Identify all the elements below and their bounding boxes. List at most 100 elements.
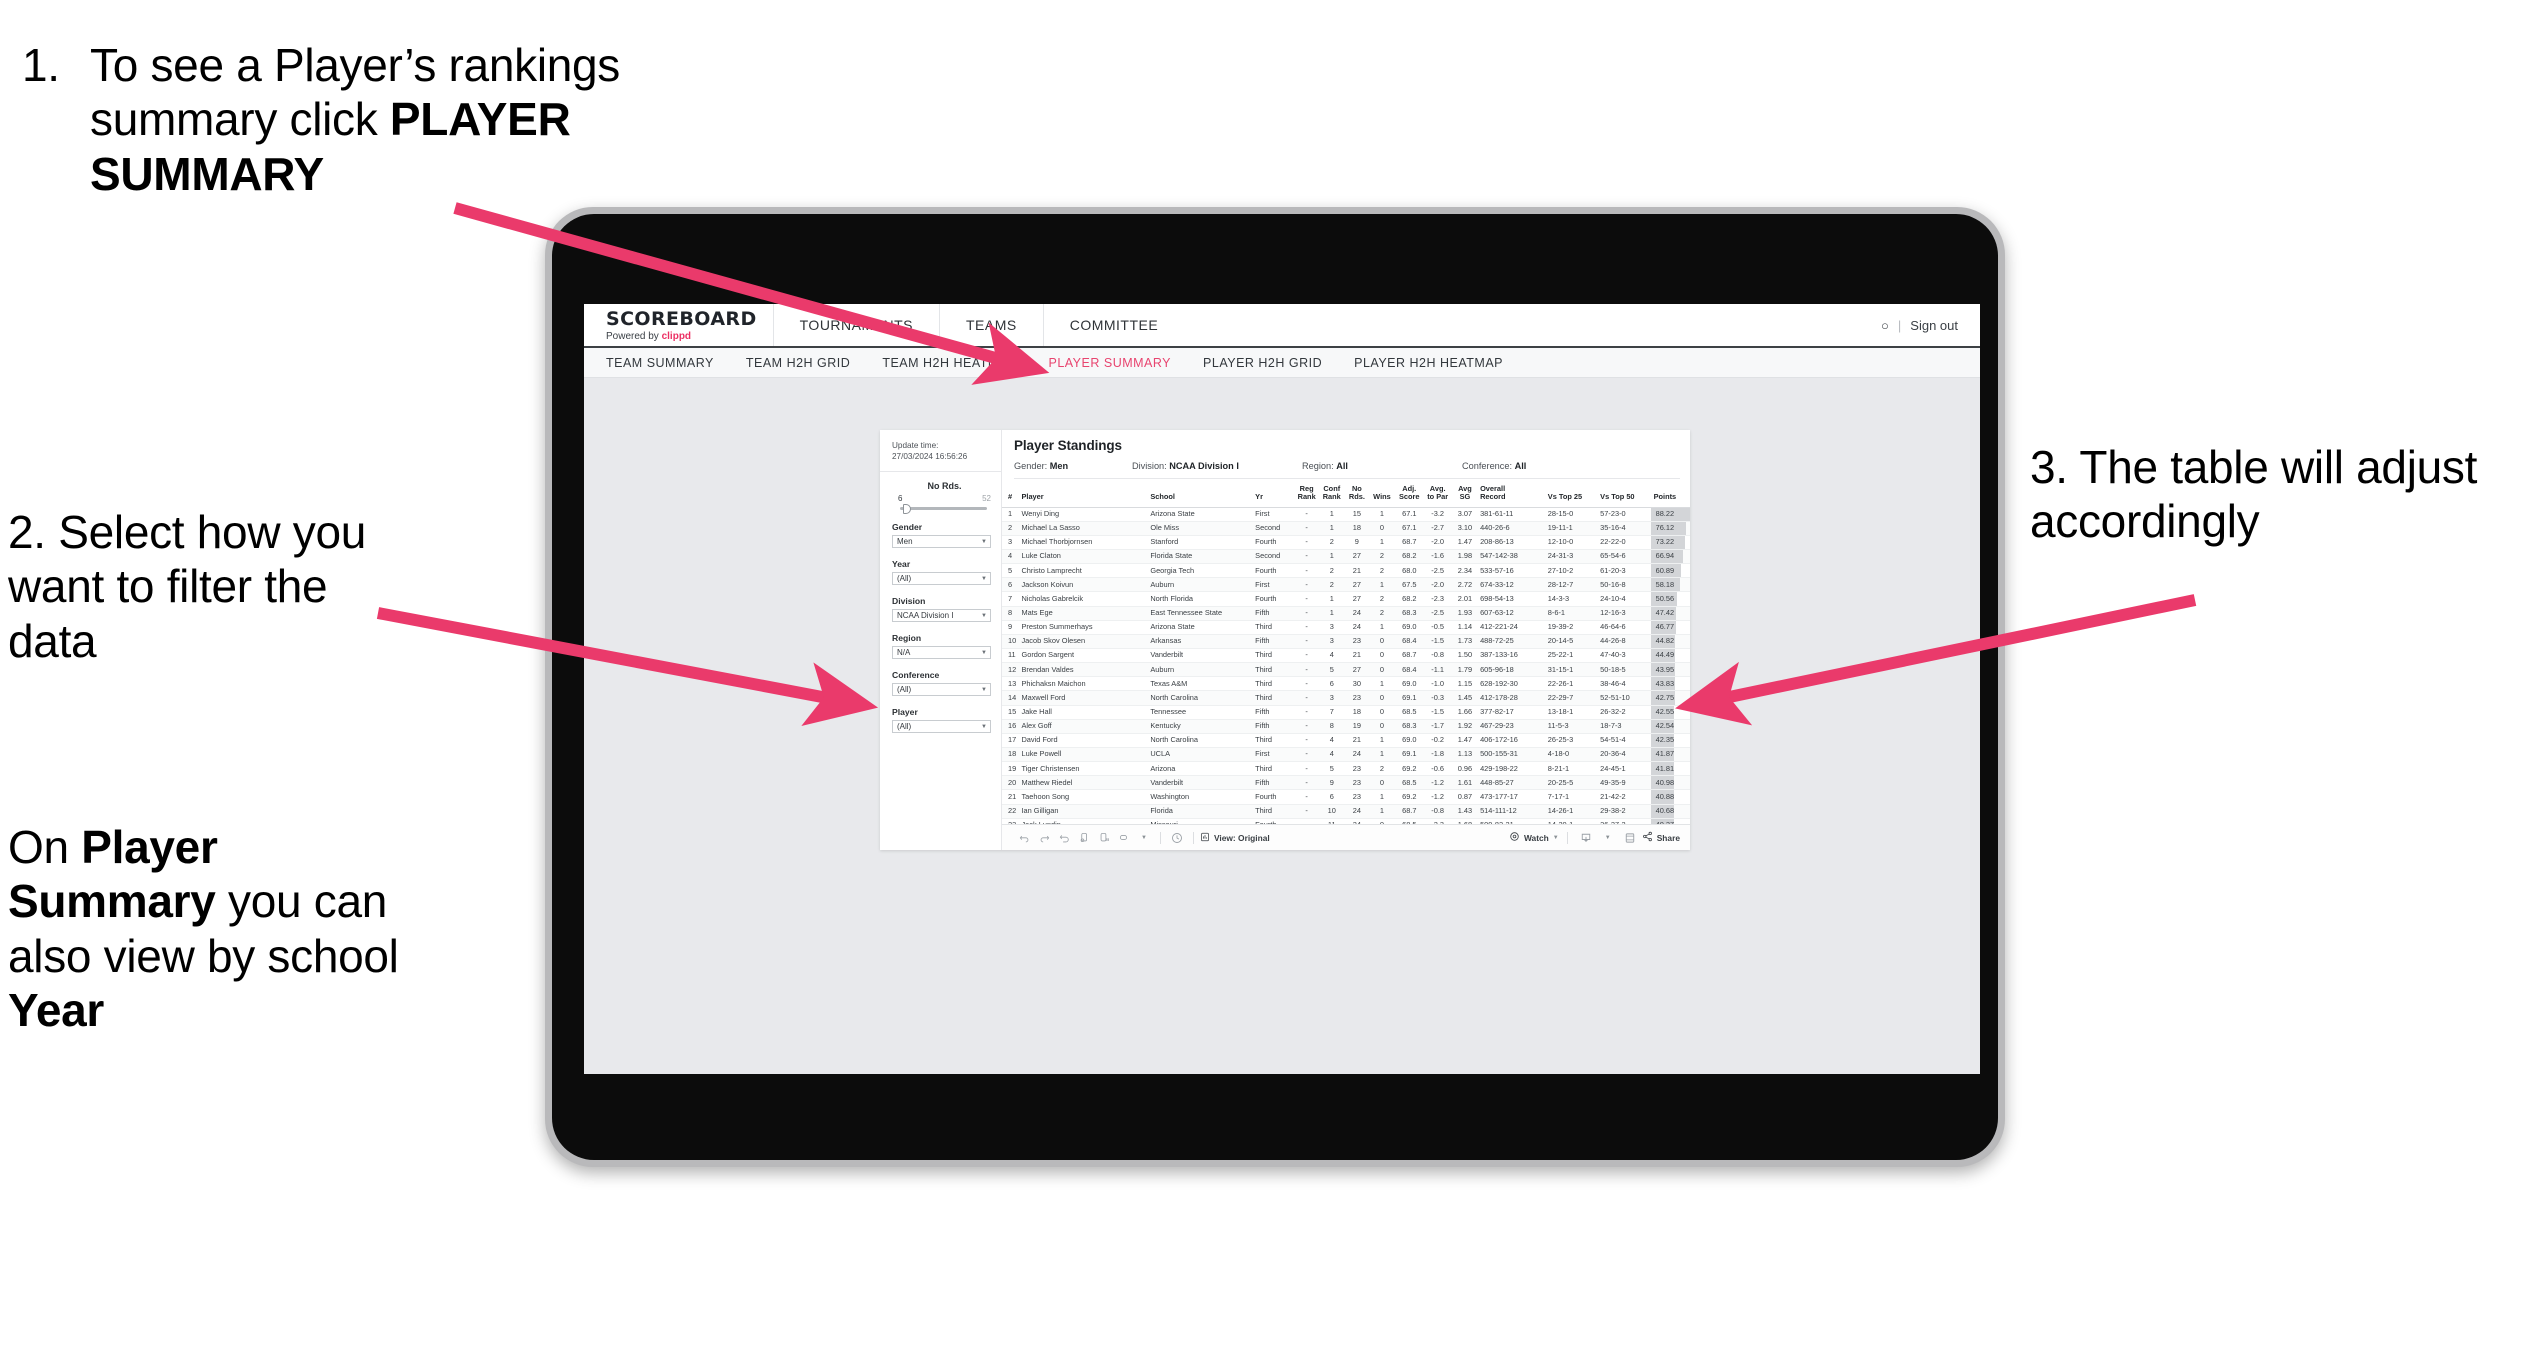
cell-t25: 8-21-1	[1545, 761, 1599, 777]
column-header-sg[interactable]: Avg SG	[1451, 479, 1479, 508]
table-row[interactable]: 13 Phichaksn Maichon Texas A&M Third -6 30 1 69…	[1002, 676, 1690, 692]
cell-nords: 27	[1344, 549, 1369, 565]
top-tab-teams[interactable]: TEAMS	[938, 304, 1043, 346]
column-header-conf[interactable]: Conf Rank	[1318, 479, 1345, 508]
cell-sg: 1.43	[1451, 804, 1479, 819]
cell-t25: 19-11-1	[1545, 521, 1599, 536]
share-button[interactable]: Share	[1642, 831, 1680, 844]
cell-conf: 2	[1318, 535, 1345, 550]
column-header-player[interactable]: Player	[1019, 479, 1149, 508]
cell-wins: 1	[1368, 620, 1396, 635]
cell-sg: 1.93	[1451, 606, 1479, 621]
top-tab-tournaments[interactable]: TOURNAMENTS	[772, 304, 939, 346]
signout-link[interactable]: Sign out	[1910, 318, 1958, 333]
filter-division-select[interactable]: NCAA Division I ▼	[892, 609, 991, 623]
column-header-adj[interactable]: Adj. Score	[1395, 479, 1424, 508]
table-row[interactable]: 15 Jake Hall Tennessee Fifth -7 18 0 68.5 -1.5 1.…	[1002, 705, 1690, 720]
cell-sg: 1.92	[1451, 719, 1479, 734]
column-header-pts[interactable]: Points	[1650, 479, 1690, 508]
table-row[interactable]: 14 Maxwell Ford North Carolina Third -3 23 0 69…	[1002, 690, 1690, 706]
cell-par: -2.7	[1423, 521, 1452, 536]
table-row[interactable]: 21 Taehoon Song Washington Fourth -6 23 1 69.2-…	[1002, 789, 1690, 805]
subtab-player-h2h-heatmap[interactable]: PLAYER H2H HEATMAP	[1354, 356, 1503, 370]
filter-region-select[interactable]: N/A ▼	[892, 646, 991, 660]
table-row[interactable]: 4 Luke Claton Florida State Second -1 27 2 68.2…	[1002, 549, 1690, 565]
table-row[interactable]: 23Jack LundinMissouriFourth-1124068.5-2.…	[1002, 818, 1690, 824]
table-row[interactable]: 12 Brendan Valdes Auburn Third -5 27 0 68.4 -1.1…	[1002, 662, 1690, 678]
column-header-nords[interactable]: No Rds.	[1344, 479, 1369, 508]
cell-nords: 27	[1344, 591, 1369, 607]
pause-auto-update-icon[interactable]	[1167, 828, 1187, 848]
cell-wins: 2	[1368, 761, 1396, 777]
cell-adj: 69.1	[1395, 747, 1424, 763]
column-header-reg[interactable]: Reg Rank	[1294, 479, 1319, 508]
no-rounds-slider[interactable]	[900, 503, 987, 514]
cell-player: Luke Claton	[1019, 549, 1149, 565]
refresh-data-icon[interactable]	[1074, 828, 1094, 848]
filter-gender-select[interactable]: Men ▼	[892, 535, 991, 549]
table-row[interactable]: 16 Alex Goff Kentucky Fifth -8 19 0 68.3 -1.7 1.9…	[1002, 719, 1690, 734]
table-row[interactable]: 1 Wenyi Ding Arizona State First -1 15 1 67.1 -3…	[1002, 507, 1690, 522]
toolbar-divider	[1193, 831, 1194, 844]
cell-player: Phichaksn Maichon	[1019, 676, 1149, 692]
table-row[interactable]: 22 Ian Gilligan Florida Third -10 24 1 68.7 -0.8…	[1002, 804, 1690, 819]
column-header-num[interactable]: #	[1002, 479, 1020, 508]
column-header-t50[interactable]: Vs Top 50	[1598, 479, 1651, 508]
chevron-down-icon[interactable]: ▼	[1134, 828, 1154, 848]
subtab-player-summary[interactable]: PLAYER SUMMARY	[1048, 356, 1171, 370]
cell-nords: 21	[1344, 733, 1369, 748]
subtab-team-summary[interactable]: TEAM SUMMARY	[606, 356, 714, 370]
table-row[interactable]: 9 Preston Summerhays Arizona State Third -3 2…	[1002, 620, 1690, 635]
cell-conf: 7	[1318, 705, 1345, 720]
no-rounds-slider-handle[interactable]	[902, 503, 911, 514]
table-row[interactable]: 5 Christo Lamprecht Georgia Tech Fourth -2 21…	[1002, 563, 1690, 579]
table-row[interactable]: 19 Tiger Christensen Arizona Third -5 23 2 69.2…	[1002, 761, 1690, 777]
table-row[interactable]: 6 Jackson Koivun Auburn First -2 27 1 67.5 -2.0 2…	[1002, 577, 1690, 593]
top-tab-committee[interactable]: COMMITTEE	[1042, 304, 1185, 346]
undo-icon[interactable]	[1014, 828, 1034, 848]
cell-player: Wenyi Ding	[1019, 507, 1149, 522]
table-scroll-region[interactable]: # Player School Yr Reg Rank Conf Rank No Rds. Wins…	[1002, 479, 1690, 824]
table-row[interactable]: 18 Luke Powell UCLA First -4 24 1 69.1 -1.8 1.13 5…	[1002, 747, 1690, 763]
column-header-wins[interactable]: Wins	[1368, 479, 1396, 508]
cell-t50: 35-16-4	[1598, 521, 1651, 536]
pause-updates-icon[interactable]	[1094, 828, 1114, 848]
view-original-refresh-icon[interactable]	[1114, 828, 1134, 848]
fullscreen-icon[interactable]	[1620, 828, 1640, 848]
table-row[interactable]: 10 Jacob Skov Olesen Arkansas Fifth -3 23 0 68.…	[1002, 634, 1690, 649]
table-row[interactable]: 7 Nicholas Gabrelcik North Florida Fourth -1…	[1002, 591, 1690, 607]
table-row[interactable]: 2 Michael La Sasso Ole Miss Second -1 18 0 67.1…	[1002, 521, 1690, 536]
cell-t25: 28-15-0	[1545, 507, 1599, 522]
cell-wins: 0	[1368, 818, 1396, 824]
revert-icon[interactable]	[1054, 828, 1074, 848]
subtab-player-h2h-grid[interactable]: PLAYER H2H GRID	[1203, 356, 1322, 370]
watch-button[interactable]: Watch ▼	[1509, 831, 1559, 844]
column-header-t25[interactable]: Vs Top 25	[1545, 479, 1599, 508]
cell-wins: 1	[1368, 535, 1396, 550]
cell-player: David Ford	[1019, 733, 1149, 748]
cell-yr: Fourth	[1253, 535, 1295, 550]
cell-adj: 68.7	[1395, 535, 1424, 550]
redo-icon[interactable]	[1034, 828, 1054, 848]
subtab-team-h2h-heatmap[interactable]: TEAM H2H HEATMAP	[882, 356, 1016, 370]
column-header-par[interactable]: Avg. to Par	[1423, 479, 1452, 508]
cell-wins: 0	[1368, 719, 1396, 734]
column-header-yr[interactable]: Yr	[1253, 479, 1295, 508]
column-header-rec[interactable]: Overall Record	[1478, 479, 1546, 508]
cell-par: -3.2	[1423, 507, 1452, 522]
filter-player-select[interactable]: (All) ▼	[892, 720, 991, 734]
download-icon[interactable]	[1576, 828, 1596, 848]
view-original-button[interactable]: View: Original	[1200, 832, 1270, 844]
subtab-team-h2h-grid[interactable]: TEAM H2H GRID	[746, 356, 850, 370]
table-row[interactable]: 8 Mats Ege East Tennessee State Fifth -1 24 2 6…	[1002, 606, 1690, 621]
filter-conference-select[interactable]: (All) ▼	[892, 683, 991, 697]
table-row[interactable]: 17 David Ford North Carolina Third -4 21 1 69.0…	[1002, 733, 1690, 748]
filter-year-select[interactable]: (All) ▼	[892, 572, 991, 586]
table-row[interactable]: 20 Matthew Riedel Vanderbilt Fifth -9 23 0 68.5…	[1002, 775, 1690, 791]
table-row[interactable]: 11 Gordon Sargent Vanderbilt Third -4 21 0 68.7…	[1002, 648, 1690, 664]
column-header-school[interactable]: School	[1148, 479, 1254, 508]
cell-nords: 18	[1344, 705, 1369, 720]
chevron-down-icon[interactable]: ▼	[1598, 828, 1618, 848]
cell-wins: 0	[1368, 521, 1396, 536]
table-row[interactable]: 3 Michael Thorbjornsen Stanford Fourth -2 9 1 6…	[1002, 535, 1690, 550]
